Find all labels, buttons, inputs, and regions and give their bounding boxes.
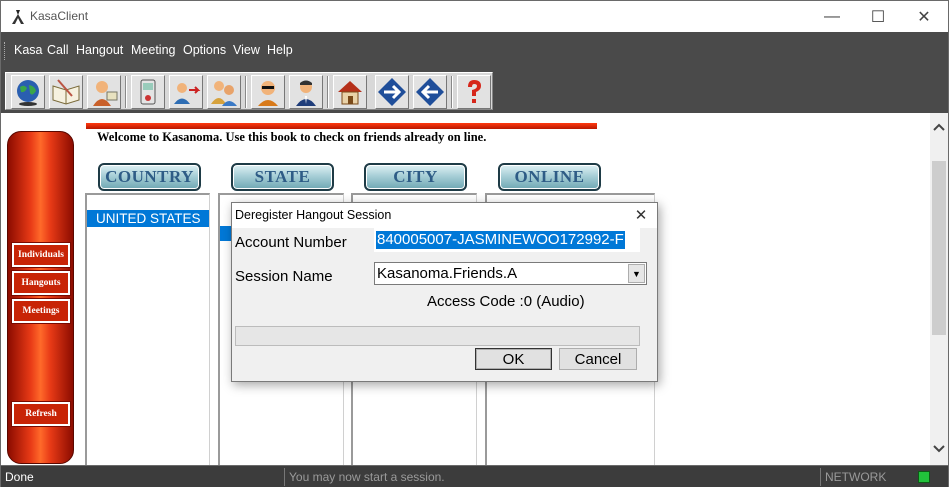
network-status: NETWORK	[820, 468, 916, 486]
title-bar: KasaClient — ☐ ✕	[1, 1, 948, 32]
vertical-scrollbar[interactable]	[930, 113, 948, 465]
country-list[interactable]	[85, 193, 210, 465]
chevron-down-icon[interactable]: ▼	[628, 264, 645, 283]
group-users-icon[interactable]	[207, 75, 241, 109]
hangouts-button[interactable]: Hangouts	[11, 270, 71, 296]
meetings-button[interactable]: Meetings	[11, 298, 71, 324]
scroll-down-icon[interactable]	[930, 439, 948, 459]
toolbar-separator	[327, 76, 329, 108]
session-name-select[interactable]: Kasanoma.Friends.A ▼	[374, 262, 647, 285]
scroll-up-icon[interactable]	[930, 117, 948, 137]
status-message: You may now start a session.	[284, 468, 819, 486]
account-number-value: 840005007-JASMINEWOO172992-F	[376, 231, 625, 249]
access-code-text: Access Code :0 (Audio)	[427, 293, 585, 310]
dialog-title: Deregister Hangout Session	[235, 208, 392, 222]
toolbar-separator	[245, 76, 247, 108]
arrow-right-icon[interactable]	[375, 75, 409, 109]
menu-kasa[interactable]: Kasa	[14, 43, 43, 57]
home-icon[interactable]	[333, 75, 367, 109]
column-header-state[interactable]: STATE	[231, 163, 334, 191]
menu-help[interactable]: Help	[267, 43, 293, 57]
refresh-button[interactable]: Refresh	[11, 401, 71, 427]
minimize-button[interactable]: —	[809, 1, 855, 32]
kasaclient-window: KasaClient — ☐ ✕ Kasa Call Hangout Meeti…	[0, 0, 949, 487]
arrow-left-icon[interactable]	[413, 75, 447, 109]
menu-hangout[interactable]: Hangout	[76, 43, 123, 57]
menu-bar: Kasa Call Hangout Meeting Options View H…	[1, 32, 948, 69]
deregister-dialog: Deregister Hangout Session ✕ Account Num…	[231, 202, 658, 382]
globe-icon[interactable]	[11, 75, 45, 109]
column-header-city[interactable]: CITY	[364, 163, 467, 191]
welcome-text: Welcome to Kasanoma. Use this book to ch…	[97, 130, 487, 144]
session-name-label: Session Name	[235, 268, 333, 285]
account-number-field[interactable]: 840005007-JASMINEWOO172992-F	[374, 228, 640, 252]
window-title: KasaClient	[30, 9, 89, 23]
help-question-icon[interactable]	[457, 75, 491, 109]
menu-meeting[interactable]: Meeting	[131, 43, 175, 57]
dialog-close-button[interactable]: ✕	[628, 204, 654, 226]
close-button[interactable]: ✕	[901, 1, 947, 32]
status-bar: Done You may now start a session. NETWOR…	[1, 465, 948, 487]
phone-icon[interactable]	[131, 75, 165, 109]
column-header-online[interactable]: ONLINE	[498, 163, 601, 191]
person-suit-icon[interactable]	[289, 75, 323, 109]
toolbar	[1, 69, 948, 113]
menu-call[interactable]: Call	[47, 43, 69, 57]
scroll-thumb[interactable]	[932, 161, 946, 335]
toolbar-separator	[451, 76, 453, 108]
individuals-button[interactable]: Individuals	[11, 242, 71, 268]
header-divider	[86, 123, 597, 129]
cancel-button[interactable]: Cancel	[559, 348, 637, 370]
account-number-label: Account Number	[235, 234, 347, 251]
user-transfer-icon[interactable]	[169, 75, 203, 109]
column-header-country[interactable]: COUNTRY	[98, 163, 201, 191]
dialog-title-bar: Deregister Hangout Session ✕	[232, 203, 657, 228]
open-book-icon[interactable]	[49, 75, 83, 109]
app-icon	[12, 10, 24, 24]
list-item[interactable]: UNITED STATES	[87, 210, 209, 227]
progress-bar	[235, 326, 640, 346]
contact-card-icon[interactable]	[87, 75, 121, 109]
menu-view[interactable]: View	[233, 43, 260, 57]
menu-grip	[4, 42, 6, 60]
sunglasses-person-icon[interactable]	[251, 75, 285, 109]
ok-button[interactable]: OK	[475, 348, 552, 370]
menu-options[interactable]: Options	[183, 43, 226, 57]
status-text: Done	[5, 470, 34, 484]
session-name-value: Kasanoma.Friends.A	[377, 265, 518, 282]
side-panel: Individuals Hangouts Meetings Refresh	[7, 131, 74, 464]
toolbar-separator	[125, 76, 127, 108]
network-led-icon	[918, 471, 930, 483]
toolbar-panel	[5, 72, 493, 110]
maximize-button[interactable]: ☐	[855, 1, 901, 32]
